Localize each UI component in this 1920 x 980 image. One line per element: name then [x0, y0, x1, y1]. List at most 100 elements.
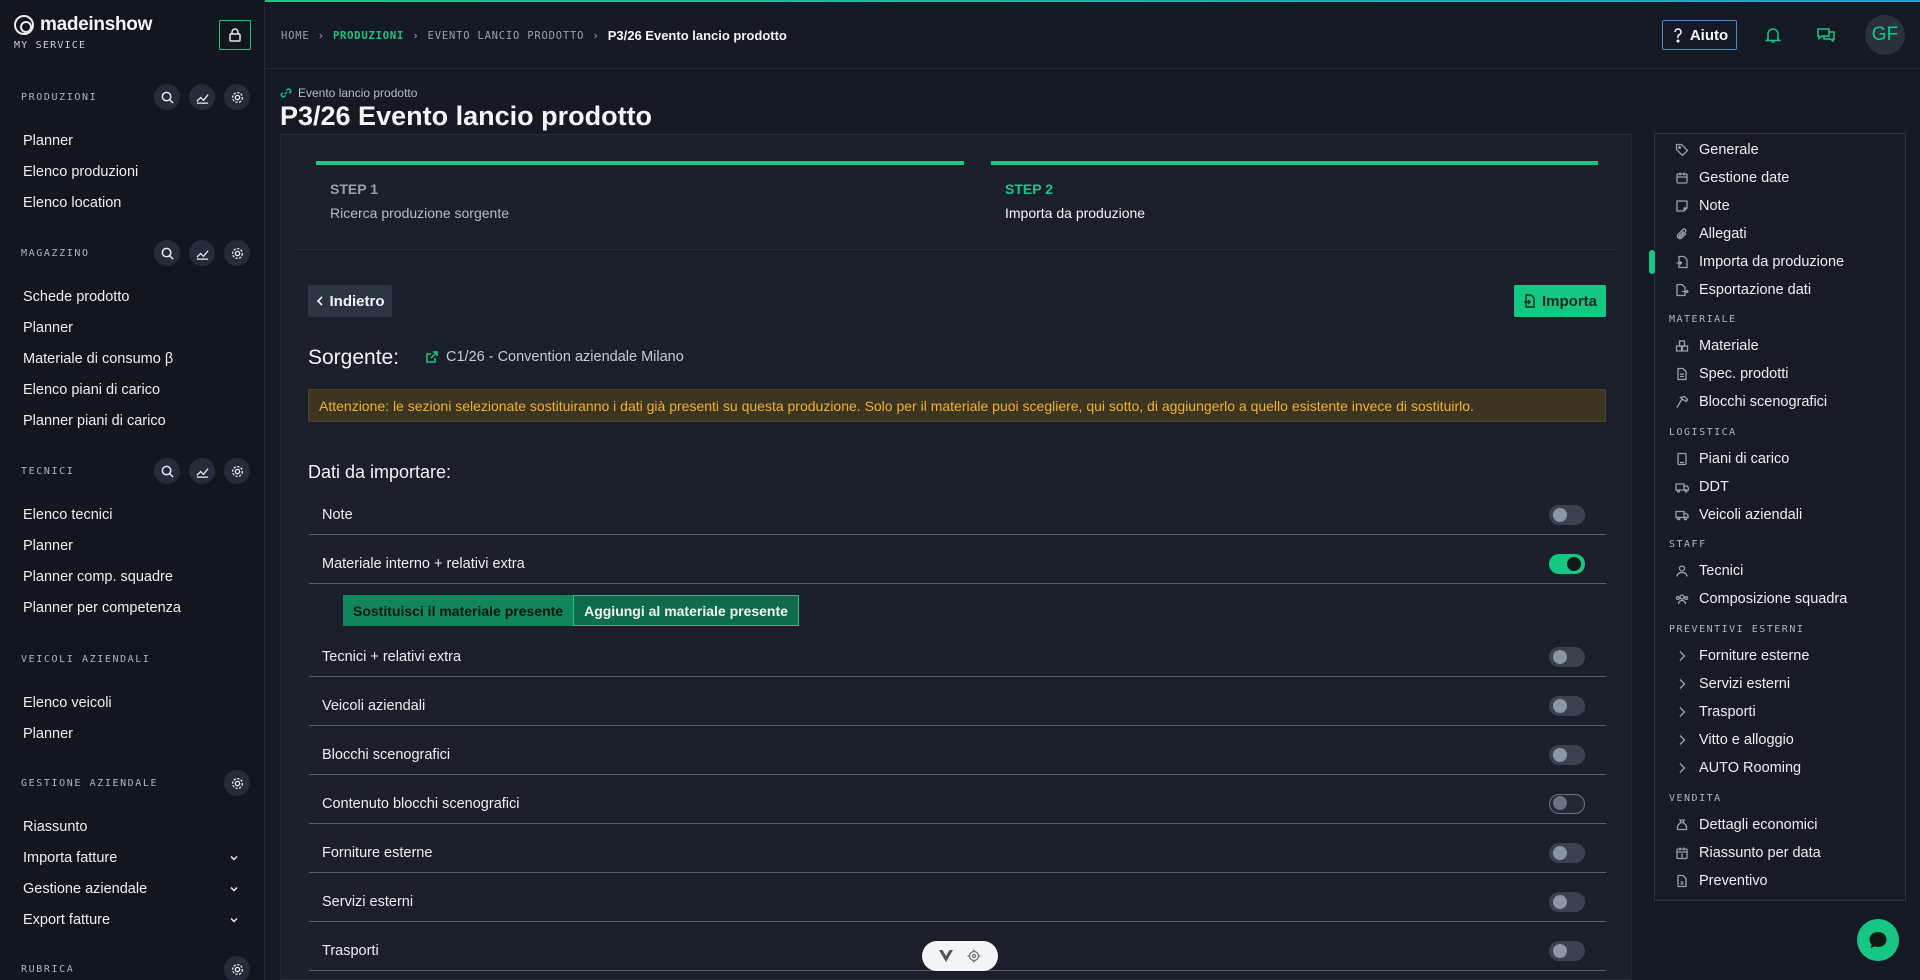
- nav-item-forniture-esterne[interactable]: Forniture esterne: [1655, 642, 1905, 670]
- search-icon[interactable]: [154, 458, 180, 484]
- nav-item-gestione-date[interactable]: Gestione date: [1655, 164, 1905, 192]
- sidebar-item-export-fatture[interactable]: Export fatture: [0, 904, 265, 935]
- toggle-switch[interactable]: [1549, 940, 1585, 961]
- breadcrumb-produzioni[interactable]: PRODUZIONI: [333, 30, 404, 42]
- help-button[interactable]: Aiuto: [1662, 20, 1737, 50]
- sidebar-item-elenco-produzioni[interactable]: Elenco produzioni: [0, 156, 265, 187]
- toggle-switch[interactable]: [1549, 504, 1585, 525]
- truck-icon: [1675, 510, 1689, 521]
- chevron-down-icon: [230, 917, 238, 923]
- brand-logo-icon: [14, 15, 34, 35]
- search-icon[interactable]: [154, 240, 180, 266]
- nav-item-composizione-squadra[interactable]: Composizione squadra: [1655, 585, 1905, 613]
- nav-item-dettagli-economici[interactable]: Dettagli economici: [1655, 811, 1905, 839]
- sidebar-item-elenco-piani-carico[interactable]: Elenco piani di carico: [0, 374, 265, 405]
- nav-item-esportazione-dati[interactable]: Esportazione dati: [1655, 276, 1905, 304]
- sidebar-item-planner[interactable]: Planner: [0, 718, 265, 749]
- nav-item-servizi-esterni[interactable]: Servizi esterni: [1655, 670, 1905, 698]
- nav-item-blocchi-scenografici[interactable]: Blocchi scenografici: [1655, 388, 1905, 416]
- brand-name: madeinshow: [40, 14, 153, 35]
- sidebar-section-produzioni: PRODUZIONI Planner Elenco produzioni Ele…: [0, 81, 265, 218]
- option-row-servizi: Servizi esterni: [309, 882, 1606, 922]
- step-1[interactable]: STEP 1 Ricerca produzione sorgente: [316, 161, 964, 231]
- toggle-switch[interactable]: [1549, 842, 1585, 863]
- sidebar-item-riassunto[interactable]: Riassunto: [0, 811, 265, 842]
- chevron-right-icon: [1679, 679, 1686, 689]
- toggle-knob: [1553, 698, 1567, 713]
- chevron-down-icon: [230, 855, 238, 861]
- option-row-veicoli: Veicoli aziendali: [309, 686, 1606, 726]
- chevron-right-icon: [1679, 763, 1686, 773]
- page-kicker[interactable]: Evento lancio prodotto: [280, 86, 417, 100]
- step-2[interactable]: STEP 2 Importa da produzione: [991, 161, 1598, 231]
- nav-item-auto-rooming[interactable]: AUTO Rooming: [1655, 754, 1905, 782]
- nav-item-allegati[interactable]: Allegati: [1655, 220, 1905, 248]
- nav-item-ddt[interactable]: DDT: [1655, 473, 1905, 501]
- source-link[interactable]: C1/26 - Convention aziendale Milano: [425, 349, 684, 365]
- sidebar-item-elenco-veicoli[interactable]: Elenco veicoli: [0, 687, 265, 718]
- nav-item-vitto-alloggio[interactable]: Vitto e alloggio: [1655, 726, 1905, 754]
- brand[interactable]: madeinshow MY SERVICE: [14, 14, 152, 51]
- toggle-switch[interactable]: [1549, 744, 1585, 765]
- gear-icon[interactable]: [224, 240, 250, 266]
- sidebar-item-planner-piani-carico[interactable]: Planner piani di carico: [0, 405, 265, 436]
- sidebar-item-materiale-consumo[interactable]: Materiale di consumo β: [0, 343, 265, 374]
- page-kicker-label: Evento lancio prodotto: [298, 86, 418, 100]
- search-icon[interactable]: [154, 84, 180, 110]
- nav-item-generale[interactable]: Generale: [1655, 136, 1905, 164]
- option-label: Forniture esterne: [322, 844, 433, 861]
- nav-item-materiale[interactable]: Materiale: [1655, 332, 1905, 360]
- nav-item-preventivo[interactable]: Preventivo: [1655, 867, 1905, 895]
- sidebar-item-elenco-location[interactable]: Elenco location: [0, 187, 265, 218]
- chart-icon[interactable]: [189, 458, 215, 484]
- back-button[interactable]: Indietro: [308, 285, 392, 317]
- nav-item-piani-di-carico[interactable]: Piani di carico: [1655, 445, 1905, 473]
- brand-subtitle: MY SERVICE: [14, 40, 87, 51]
- gear-icon[interactable]: [224, 770, 250, 796]
- add-material-option[interactable]: Aggiungi al materiale presente: [573, 595, 799, 626]
- import-panel: STEP 1 Ricerca produzione sorgente STEP …: [280, 134, 1632, 980]
- nav-item-riassunto-per-data[interactable]: Riassunto per data: [1655, 839, 1905, 867]
- support-chat-button[interactable]: [1857, 919, 1899, 961]
- avatar[interactable]: GF: [1865, 15, 1905, 55]
- replace-material-option[interactable]: Sostituisci il materiale presente: [343, 595, 574, 626]
- breadcrumb-home[interactable]: HOME: [281, 30, 310, 42]
- target-icon[interactable]: [967, 949, 981, 963]
- sidebar-item-planner[interactable]: Planner: [0, 530, 265, 561]
- toggle-switch[interactable]: [1549, 646, 1585, 667]
- sidebar-item-planner-comp-squadre[interactable]: Planner comp. squadre: [0, 561, 265, 592]
- sidebar-item-schede-prodotto[interactable]: Schede prodotto: [0, 281, 265, 312]
- nav-item-note[interactable]: Note: [1655, 192, 1905, 220]
- sidebar-item-gestione-aziendale[interactable]: Gestione aziendale: [0, 873, 265, 904]
- nav-item-spec-prodotti[interactable]: Spec. prodotti: [1655, 360, 1905, 388]
- sidebar-section-gestione: GESTIONE AZIENDALE Riassunto Importa fat…: [0, 767, 265, 935]
- sidebar-item-planner[interactable]: Planner: [0, 312, 265, 343]
- bell-icon[interactable]: [1760, 22, 1786, 48]
- gear-icon[interactable]: [224, 956, 250, 980]
- toggle-switch[interactable]: [1549, 695, 1585, 716]
- sidebar-item-elenco-tecnici[interactable]: Elenco tecnici: [0, 499, 265, 530]
- nav-item-importa-da-produzione[interactable]: Importa da produzione: [1655, 248, 1905, 276]
- chat-icon[interactable]: [1813, 22, 1839, 48]
- nav-item-tecnici[interactable]: Tecnici: [1655, 557, 1905, 585]
- sidebar-item-importa-fatture[interactable]: Importa fatture: [0, 842, 265, 873]
- toggle-knob: [1553, 507, 1567, 522]
- gear-icon[interactable]: [224, 84, 250, 110]
- section-title: GESTIONE AZIENDALE: [21, 777, 159, 789]
- nav-item-veicoli-aziendali[interactable]: Veicoli aziendali: [1655, 501, 1905, 529]
- lock-button[interactable]: [219, 20, 251, 50]
- option-row-tecnici: Tecnici + relativi extra: [309, 637, 1606, 677]
- chart-icon[interactable]: [189, 84, 215, 110]
- vue-devtools-icon[interactable]: [939, 950, 953, 962]
- option-row-blocchi: Blocchi scenografici: [309, 735, 1606, 775]
- chart-icon[interactable]: [189, 240, 215, 266]
- toggle-switch[interactable]: [1549, 793, 1585, 814]
- breadcrumb-evento[interactable]: EVENTO LANCIO PRODOTTO: [428, 30, 585, 42]
- toggle-switch[interactable]: [1549, 891, 1585, 912]
- nav-item-trasporti[interactable]: Trasporti: [1655, 698, 1905, 726]
- toggle-switch[interactable]: [1549, 553, 1585, 574]
- import-button[interactable]: Importa: [1514, 285, 1606, 317]
- sidebar-item-planner-competenza[interactable]: Planner per competenza: [0, 592, 265, 623]
- sidebar-item-planner[interactable]: Planner: [0, 125, 265, 156]
- gear-icon[interactable]: [224, 458, 250, 484]
